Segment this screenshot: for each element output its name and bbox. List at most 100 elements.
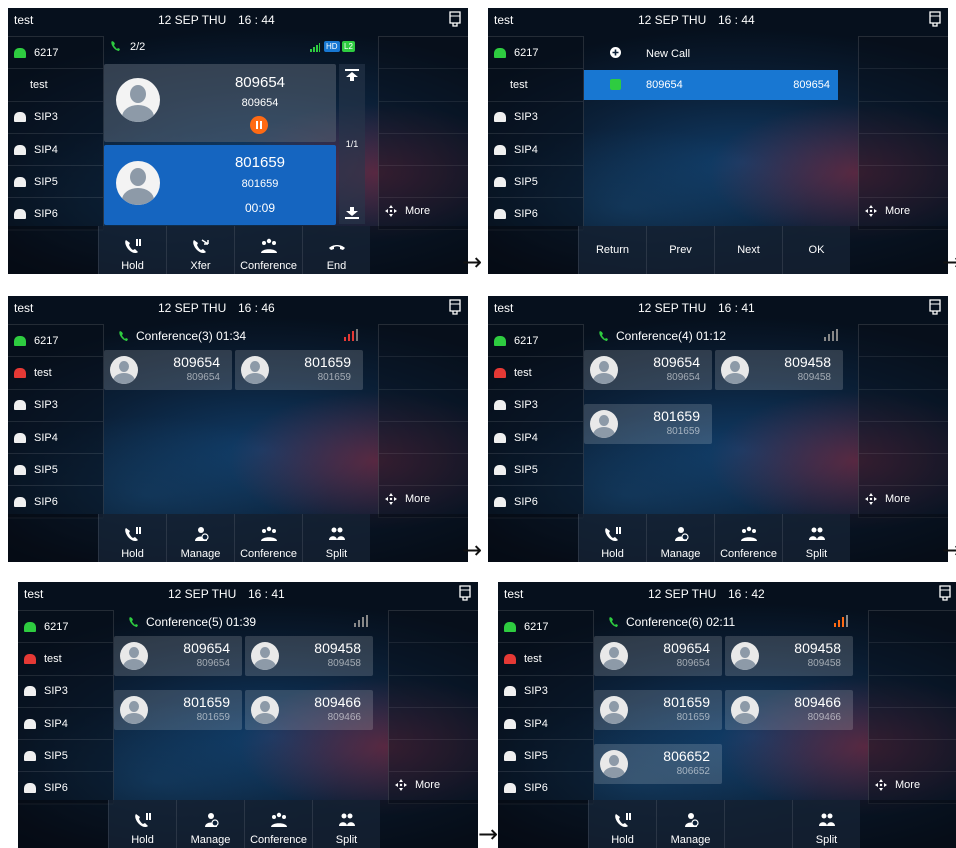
- status-time: 16 : 41: [248, 587, 285, 601]
- line-key-test[interactable]: test: [8, 69, 103, 102]
- line-key-6217[interactable]: 6217: [498, 611, 593, 644]
- hold-softkey[interactable]: Hold: [578, 514, 646, 562]
- return-softkey[interactable]: Return: [578, 226, 646, 274]
- conference-header: Conference(4) 01:12: [598, 329, 726, 343]
- softkey-bar: Hold Xfer Conference End: [98, 226, 370, 274]
- line-key-sip3[interactable]: SIP3: [488, 390, 583, 422]
- manage-icon: [684, 813, 699, 827]
- more-button[interactable]: More: [875, 779, 920, 791]
- line-key-test[interactable]: test: [498, 643, 593, 676]
- manage-softkey[interactable]: Manage: [176, 800, 244, 848]
- line-key-sip3[interactable]: SIP3: [498, 676, 593, 708]
- split-softkey[interactable]: Split: [312, 800, 380, 848]
- line-key-sip4[interactable]: SIP4: [18, 708, 113, 741]
- more-button[interactable]: More: [385, 205, 430, 217]
- status-time: 16 : 44: [718, 13, 755, 27]
- participant-tile[interactable]: 809466 809466: [725, 690, 853, 730]
- line-key-sip5[interactable]: SIP5: [18, 740, 113, 773]
- phone-icon: [24, 718, 36, 729]
- line-key-sip5[interactable]: SIP5: [488, 454, 583, 487]
- conference-softkey[interactable]: Conference: [234, 226, 302, 274]
- participant-tile[interactable]: 809458 809458: [715, 350, 843, 390]
- more-button[interactable]: More: [395, 779, 440, 791]
- line-key-sip5[interactable]: SIP5: [498, 740, 593, 773]
- line-key-sip4[interactable]: SIP4: [8, 134, 103, 167]
- new-call-item[interactable]: New Call: [584, 40, 838, 70]
- call-select-item[interactable]: 809654 809654: [584, 70, 838, 100]
- conference-softkey[interactable]: Conference: [234, 514, 302, 562]
- line-key-sip5[interactable]: SIP5: [488, 166, 583, 199]
- line-key-test[interactable]: test: [488, 69, 583, 102]
- end-call-softkey[interactable]: End: [302, 226, 370, 274]
- checkbox-checked-icon[interactable]: [610, 79, 621, 90]
- more-button[interactable]: More: [865, 205, 910, 217]
- more-button[interactable]: More: [385, 493, 430, 505]
- manage-softkey[interactable]: Manage: [166, 514, 234, 562]
- move-icon: [865, 205, 877, 217]
- dss-panel: More: [378, 36, 468, 230]
- conference-title: Conference(3): [136, 329, 213, 343]
- line-key-test[interactable]: test: [488, 357, 583, 390]
- line-key-sip3[interactable]: SIP3: [488, 102, 583, 134]
- line-key-sip5[interactable]: SIP5: [8, 454, 103, 487]
- participant-tile[interactable]: 809458 809458: [725, 636, 853, 676]
- line-key-sip3[interactable]: SIP3: [8, 102, 103, 134]
- move-icon: [385, 205, 397, 217]
- status-bar: test 12 SEP THU 16 : 41: [18, 582, 478, 606]
- participant-tile[interactable]: 801659 801659: [594, 690, 722, 730]
- phone-icon: [14, 400, 26, 411]
- conference-softkey[interactable]: Conference: [244, 800, 312, 848]
- status-bar: test 12 SEP THU 16 : 44: [8, 8, 468, 32]
- split-softkey[interactable]: Split: [792, 800, 860, 848]
- participant-tile[interactable]: 801659 801659: [584, 404, 712, 444]
- participant-tile[interactable]: 809654 809654: [594, 636, 722, 676]
- ok-softkey[interactable]: OK: [782, 226, 850, 274]
- desk-phone-icon: [939, 585, 951, 601]
- participant-tile[interactable]: 809466 809466: [245, 690, 373, 730]
- manage-softkey[interactable]: Manage: [656, 800, 724, 848]
- line-key-sip3[interactable]: SIP3: [18, 676, 113, 708]
- signal-icon: [834, 615, 848, 627]
- scroll-top-icon[interactable]: [344, 68, 360, 82]
- line-key-sip4[interactable]: SIP4: [498, 708, 593, 741]
- line-key-6217[interactable]: 6217: [8, 325, 103, 358]
- line-key-6217[interactable]: 6217: [8, 37, 103, 70]
- prev-softkey[interactable]: Prev: [646, 226, 714, 274]
- line-key-6217[interactable]: 6217: [488, 325, 583, 358]
- participant-tile[interactable]: 809654 809654: [584, 350, 712, 390]
- page-scroll: 1/1: [339, 64, 365, 224]
- split-softkey[interactable]: Split: [782, 514, 850, 562]
- transfer-softkey[interactable]: Xfer: [166, 226, 234, 274]
- manage-softkey[interactable]: Manage: [646, 514, 714, 562]
- line-key-6217[interactable]: 6217: [488, 37, 583, 70]
- next-softkey[interactable]: Next: [714, 226, 782, 274]
- status-bar: test 12 SEP THU 16 : 41: [488, 296, 948, 320]
- line-key-sip5[interactable]: SIP5: [8, 166, 103, 199]
- scroll-bottom-icon[interactable]: [344, 206, 360, 220]
- call-card-active[interactable]: 801659 801659 00:09: [104, 145, 336, 225]
- participant-tile[interactable]: 809458 809458: [245, 636, 373, 676]
- hold-softkey[interactable]: Hold: [588, 800, 656, 848]
- participant-tile[interactable]: 801659 801659: [235, 350, 363, 390]
- participant-tile[interactable]: 809654 809654: [104, 350, 232, 390]
- participant-tile[interactable]: 806652 806652: [594, 744, 722, 784]
- split-softkey[interactable]: Split: [302, 514, 370, 562]
- line-key-6217[interactable]: 6217: [18, 611, 113, 644]
- line-keys: 6217 test SIP3 SIP4 SIP5 SIP6: [488, 324, 584, 519]
- call-card-held[interactable]: 809654 809654: [104, 64, 336, 142]
- avatar: [116, 161, 160, 205]
- conference-softkey[interactable]: Conference: [714, 514, 782, 562]
- hold-softkey[interactable]: Hold: [108, 800, 176, 848]
- participant-tile[interactable]: 809654 809654: [114, 636, 242, 676]
- line-key-sip4[interactable]: SIP4: [488, 422, 583, 455]
- hold-softkey[interactable]: Hold: [98, 514, 166, 562]
- line-key-sip4[interactable]: SIP4: [8, 422, 103, 455]
- more-button[interactable]: More: [865, 493, 910, 505]
- phone-icon: [504, 653, 516, 664]
- line-key-test[interactable]: test: [18, 643, 113, 676]
- hold-softkey[interactable]: Hold: [98, 226, 166, 274]
- participant-tile[interactable]: 801659 801659: [114, 690, 242, 730]
- line-key-sip4[interactable]: SIP4: [488, 134, 583, 167]
- line-key-sip3[interactable]: SIP3: [8, 390, 103, 422]
- line-key-test[interactable]: test: [8, 357, 103, 390]
